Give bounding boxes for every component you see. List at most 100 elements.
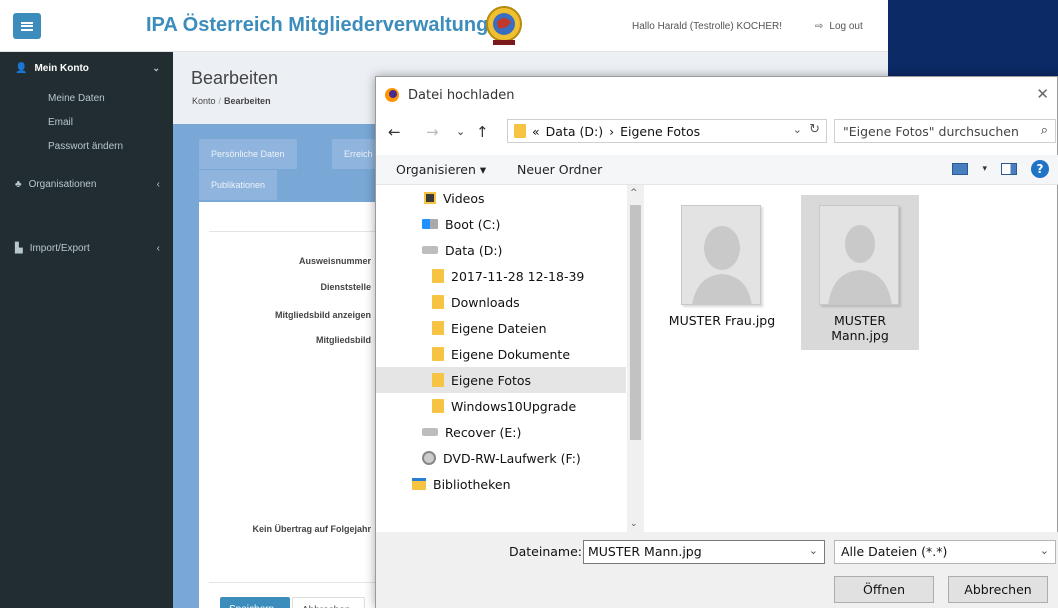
chevron-down-icon[interactable]: ⌄	[793, 123, 802, 136]
tree-item-downloads[interactable]: Downloads	[376, 289, 626, 315]
tree-item-label: Eigene Fotos	[451, 372, 532, 388]
chevron-down-icon[interactable]: ▾	[982, 164, 987, 174]
tree-item-boot-c[interactable]: Boot (C:)	[376, 211, 626, 237]
filename-label: Dateiname:	[509, 544, 583, 559]
tree-item-label: Eigene Dokumente	[451, 346, 571, 362]
logout-label: Log out	[829, 21, 863, 32]
organize-menu-button[interactable]: Organisieren ▾	[396, 162, 486, 177]
hamburger-icon	[21, 21, 33, 31]
file-item-selected[interactable]: MUSTER Mann.jpg	[801, 195, 919, 350]
tree-item-videos[interactable]: Videos	[376, 185, 626, 211]
file-type-select[interactable]: Alle Dateien (*.*) ⌄	[834, 540, 1056, 564]
image-thumbnail	[819, 205, 899, 305]
male-silhouette-icon	[820, 206, 898, 304]
tree-item-eigene-dokumente[interactable]: Eigene Dokumente	[376, 341, 626, 367]
tree-item-windows10upgrade[interactable]: Windows10Upgrade	[376, 393, 626, 419]
forward-arrow-icon[interactable]: →	[426, 123, 439, 141]
preview-pane-icon[interactable]	[1001, 163, 1017, 175]
sidebar: 👤 Mein Konto ⌄ Meine Daten Email Passwor…	[0, 52, 173, 608]
address-part-folder[interactable]: Eigene Fotos	[620, 124, 700, 139]
sidebar-item-email[interactable]: Email	[48, 117, 73, 128]
sidebar-item-label: Import/Export	[29, 243, 90, 254]
tree-item-bibliotheken[interactable]: Bibliotheken	[376, 471, 626, 497]
change-view-icon[interactable]	[952, 163, 969, 175]
sidebar-item-passwort-aendern[interactable]: Passwort ändern	[48, 141, 123, 152]
scrollbar-thumb[interactable]	[630, 205, 641, 440]
chevron-down-icon: ⌄	[152, 63, 160, 73]
tree-item-label: Windows10Upgrade	[451, 398, 577, 414]
recent-locations-icon[interactable]: ⌄	[456, 125, 465, 138]
dialog-cancel-button[interactable]: Abbrechen	[948, 576, 1048, 603]
app-page: IPA Österreich Mitgliederverwaltung Hall…	[0, 0, 1058, 608]
file-name: MUSTER Mann.jpg	[831, 313, 889, 343]
tree-item-label: Data (D:)	[445, 242, 503, 258]
tree-item-data-d[interactable]: Data (D:)	[376, 237, 626, 263]
image-thumbnail	[681, 205, 761, 305]
chevron-left-icon: ‹	[156, 179, 160, 190]
drive-icon	[422, 428, 438, 436]
menu-toggle-button[interactable]	[13, 13, 41, 39]
scroll-up-icon[interactable]: ^	[630, 188, 638, 198]
tree-item-recover-e[interactable]: Recover (E:)	[376, 419, 626, 445]
filename-field[interactable]: MUSTER Mann.jpg ⌄	[583, 540, 825, 564]
refresh-icon[interactable]: ↻	[809, 122, 820, 137]
address-bar[interactable]: « Data (D:) › Eigene Fotos ⌄ ↻	[507, 119, 827, 143]
search-icon[interactable]: ⌕	[1041, 123, 1048, 138]
dialog-toolbar: Organisieren ▾ Neuer Ordner ▾ ?	[376, 155, 1058, 185]
search-placeholder: "Eigene Fotos" durchsuchen	[843, 124, 1019, 139]
breadcrumb-current: Bearbeiten	[224, 96, 271, 106]
female-silhouette-icon	[682, 206, 760, 304]
dialog-title-bar: Datei hochladen	[384, 87, 514, 103]
navigation-bar: ← → ⌄ ↑ « Data (D:) › Eigene Fotos ⌄ ↻ "…	[376, 117, 1058, 147]
user-icon: 👤	[15, 63, 28, 74]
tree-item-label: Downloads	[451, 294, 520, 310]
folder-icon	[432, 399, 444, 413]
sidebar-item-import-export[interactable]: ▙ Import/Export ‹	[15, 243, 160, 254]
tab-publikationen[interactable]: Publikationen	[199, 170, 278, 200]
address-part-drive[interactable]: Data (D:)	[546, 124, 603, 139]
tree-item-label: DVD-RW-Laufwerk (F:)	[443, 450, 581, 466]
tab-persoenliche-daten[interactable]: Persönliche Daten	[199, 139, 297, 169]
chevron-right-icon: ›	[609, 123, 615, 139]
folder-icon	[432, 373, 444, 387]
close-icon[interactable]: ✕	[1036, 85, 1049, 103]
dialog-title: Datei hochladen	[408, 87, 515, 103]
libraries-icon	[412, 478, 426, 490]
sidebar-item-meine-daten[interactable]: Meine Daten	[48, 93, 105, 104]
dialog-footer: Dateiname: MUSTER Mann.jpg ⌄ Alle Dateie…	[376, 532, 1058, 608]
ipa-logo-icon	[486, 6, 522, 45]
breadcrumb-konto[interactable]: Konto	[192, 96, 216, 106]
file-name: MUSTER Frau.jpg	[668, 313, 776, 328]
logout-link[interactable]: ⇨ Log out	[815, 21, 863, 32]
tree-item-dvd-rw-f[interactable]: DVD-RW-Laufwerk (F:)	[376, 445, 626, 471]
page-title: Bearbeiten	[191, 68, 279, 88]
help-icon[interactable]: ?	[1031, 160, 1049, 178]
search-input[interactable]: "Eigene Fotos" durchsuchen ⌕	[834, 119, 1056, 143]
new-folder-button[interactable]: Neuer Ordner	[517, 162, 602, 177]
sidebar-item-label: Organisationen	[28, 179, 97, 190]
scroll-down-icon[interactable]: ⌄	[630, 519, 638, 529]
open-button[interactable]: Öffnen	[834, 576, 934, 603]
file-item[interactable]: MUSTER Frau.jpg	[663, 195, 781, 350]
back-arrow-icon[interactable]: ←	[388, 123, 401, 141]
chevron-down-icon[interactable]: ⌄	[809, 544, 818, 557]
filename-value: MUSTER Mann.jpg	[588, 544, 702, 559]
chevron-down-icon[interactable]: ⌄	[1040, 544, 1049, 557]
save-button-visual[interactable]: Speichern	[220, 597, 290, 608]
tree-scrollbar[interactable]: ^ ⌄	[627, 185, 644, 532]
drive-icon	[422, 246, 438, 254]
label-dienststelle: Dienststelle	[320, 282, 371, 292]
logout-icon: ⇨	[815, 21, 824, 32]
file-list: MUSTER Frau.jpg MUSTER Mann.jpg	[646, 185, 1058, 532]
form-cancel-button[interactable]: Abbrechen	[292, 597, 365, 608]
firefox-icon	[385, 88, 399, 102]
tree-item-eigene-fotos[interactable]: Eigene Fotos	[376, 367, 626, 393]
file-icon: ▙	[15, 243, 23, 254]
tree-item-2017-11-28[interactable]: 2017-11-28 12-18-39	[376, 263, 626, 289]
folder-tree: Videos Boot (C:) Data (D:) 2017-11-28 12…	[376, 185, 644, 532]
sidebar-item-organisationen[interactable]: ♣ Organisationen ‹	[15, 179, 160, 190]
tree-item-label: Boot (C:)	[445, 216, 501, 232]
up-arrow-icon[interactable]: ↑	[476, 123, 489, 141]
sidebar-section-mein-konto[interactable]: 👤 Mein Konto ⌄	[15, 63, 160, 74]
tree-item-eigene-dateien[interactable]: Eigene Dateien	[376, 315, 626, 341]
